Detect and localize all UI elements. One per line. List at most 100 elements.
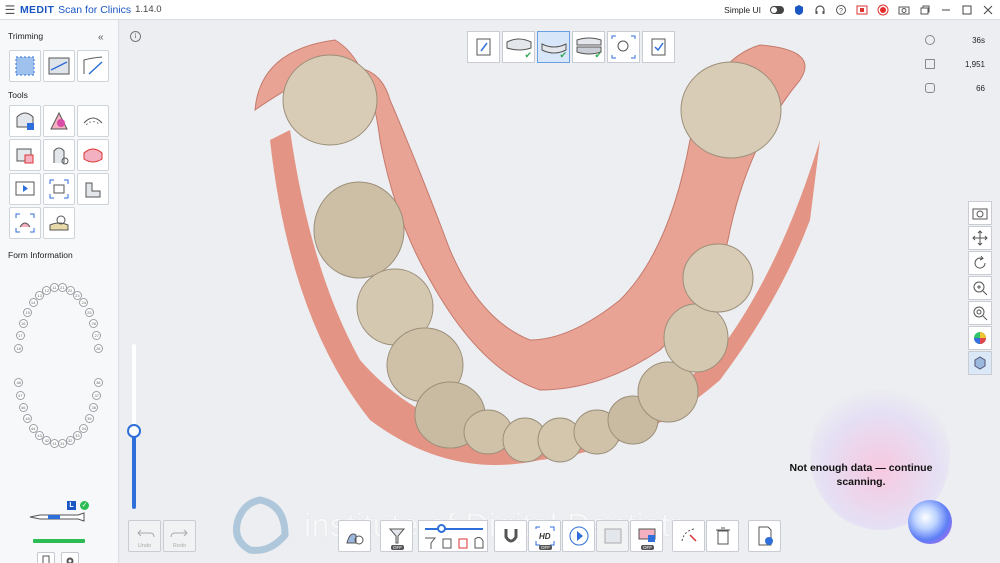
arch-mode-button[interactable] xyxy=(494,520,527,552)
play-screen-icon xyxy=(15,181,35,196)
margin-tool[interactable] xyxy=(43,139,75,171)
play-video-tool[interactable] xyxy=(9,173,41,205)
tooth-45[interactable]: 45 xyxy=(23,414,33,424)
lock-display-icon xyxy=(638,528,656,542)
filter-level-handle[interactable] xyxy=(437,524,446,533)
camera-icon xyxy=(972,208,988,220)
lock-tool-button[interactable]: OFF xyxy=(630,520,663,552)
margin-line-icon xyxy=(53,147,69,165)
app-name: Scan for Clinics xyxy=(58,3,132,16)
capture-tool[interactable] xyxy=(43,173,75,205)
tooth-24[interactable]: 24 xyxy=(79,298,89,308)
record-icon[interactable] xyxy=(877,4,889,16)
scanner-settings-button[interactable] xyxy=(37,552,55,563)
layers-icon xyxy=(925,59,935,69)
trim-lasso-tool[interactable] xyxy=(43,50,75,82)
tooth-27[interactable]: 27 xyxy=(92,331,102,341)
measure-tool[interactable] xyxy=(43,207,75,239)
tooth-34[interactable]: 34 xyxy=(79,423,89,433)
hamburger-menu-icon[interactable]: ☰ xyxy=(0,3,20,17)
zoom-button[interactable] xyxy=(968,276,992,300)
teeth-frame-icon xyxy=(604,528,622,544)
scan-depth-slider[interactable] xyxy=(127,344,141,509)
lock-area-tool[interactable] xyxy=(9,105,41,137)
info-shield-icon[interactable] xyxy=(793,4,805,16)
tooth-36[interactable]: 36 xyxy=(89,403,99,413)
stage-maxilla-button[interactable]: ✔ xyxy=(502,31,535,63)
plane-trim-icon xyxy=(83,56,103,75)
filter-level-control[interactable] xyxy=(418,520,488,552)
help-icon[interactable]: ? xyxy=(835,4,847,16)
minimize-icon[interactable] xyxy=(940,4,952,16)
tooth-26[interactable]: 26 xyxy=(89,318,99,328)
tooth-46[interactable]: 46 xyxy=(18,403,28,413)
scanner-status-bar xyxy=(33,539,85,543)
collapse-panel-button[interactable]: « xyxy=(98,32,104,43)
tooth-magnify-icon xyxy=(346,533,364,545)
redo-button[interactable]: Redo xyxy=(163,520,196,552)
rotate-button[interactable] xyxy=(968,251,992,275)
tooth-25[interactable]: 25 xyxy=(84,307,94,317)
tooth-37[interactable]: 37 xyxy=(92,390,102,400)
tooth-17[interactable]: 17 xyxy=(15,331,25,341)
arch-align-tool[interactable] xyxy=(77,105,109,137)
stage-mandible-button[interactable]: ✔ xyxy=(537,31,570,63)
trimming-title: Trimming xyxy=(8,31,44,41)
simple-ui-toggle[interactable] xyxy=(770,6,784,14)
tooth-35[interactable]: 35 xyxy=(84,414,94,424)
pan-button[interactable] xyxy=(968,226,992,250)
delete-button[interactable] xyxy=(706,520,739,552)
close-icon[interactable] xyxy=(982,4,994,16)
info-button[interactable]: i xyxy=(130,31,141,42)
filter-button[interactable]: OFF xyxy=(380,520,413,552)
clock-icon xyxy=(925,35,935,45)
tooth-15[interactable]: 15 xyxy=(23,307,33,317)
zoom-fit-button[interactable] xyxy=(968,301,992,325)
undo-button[interactable]: Undo xyxy=(128,520,161,552)
scanner-side-badge: L xyxy=(67,501,76,510)
record-stop-icon[interactable] xyxy=(856,4,868,16)
trash-icon xyxy=(716,527,730,545)
slider-handle[interactable] xyxy=(127,424,141,438)
tooth-48[interactable]: 48 xyxy=(14,377,24,387)
ai-scan-button[interactable] xyxy=(338,520,371,552)
occlusion-tool[interactable] xyxy=(9,139,41,171)
smart-stitching-tool[interactable] xyxy=(77,139,109,171)
stage-notes-button[interactable] xyxy=(467,31,500,63)
screenshot-view-button[interactable] xyxy=(968,201,992,225)
color-map-button[interactable] xyxy=(968,326,992,350)
form-information-title: Form Information xyxy=(8,250,73,260)
headset-icon[interactable] xyxy=(814,4,826,16)
hd-mode-button[interactable]: HD OFF xyxy=(528,520,561,552)
tooth-47[interactable]: 47 xyxy=(15,390,25,400)
document-check-icon xyxy=(758,526,773,546)
display-mode-button[interactable] xyxy=(968,351,992,375)
delete-selection-button[interactable] xyxy=(672,520,705,552)
data-count-stat: 1,951 xyxy=(925,58,985,82)
trim-plane-tool[interactable] xyxy=(77,50,109,82)
select-area-icon xyxy=(15,56,35,76)
play-button[interactable] xyxy=(562,520,595,552)
tooth-18[interactable]: 18 xyxy=(14,344,24,354)
color-tool[interactable] xyxy=(43,105,75,137)
tooth-14[interactable]: 14 xyxy=(28,298,38,308)
scan-area-button[interactable] xyxy=(596,520,629,552)
scan-time-stat: 36s xyxy=(925,34,985,58)
tooth-28[interactable]: 28 xyxy=(93,344,103,354)
simple-ui-label: Simple UI xyxy=(724,5,761,15)
stage-occlusion-button[interactable]: ✔ xyxy=(572,31,605,63)
tooth-16[interactable]: 16 xyxy=(18,318,28,328)
stage-analysis-button[interactable] xyxy=(607,31,640,63)
scan-viewport[interactable]: i ✔ ✔ ✔ 36s 1,951 66 Not enough data — c… xyxy=(120,20,1000,563)
settings-button[interactable] xyxy=(61,552,79,563)
stage-complete-button[interactable] xyxy=(642,31,675,63)
tooth-38[interactable]: 38 xyxy=(93,377,103,387)
trim-select-tool[interactable] xyxy=(9,50,41,82)
window-restore-icon[interactable] xyxy=(919,4,931,16)
bite-tool[interactable] xyxy=(77,173,109,205)
scan-frame-tool[interactable] xyxy=(9,207,41,239)
move-arrows-icon xyxy=(972,230,988,246)
export-button[interactable] xyxy=(748,520,781,552)
camera-icon[interactable] xyxy=(898,4,910,16)
maximize-icon[interactable] xyxy=(961,4,973,16)
